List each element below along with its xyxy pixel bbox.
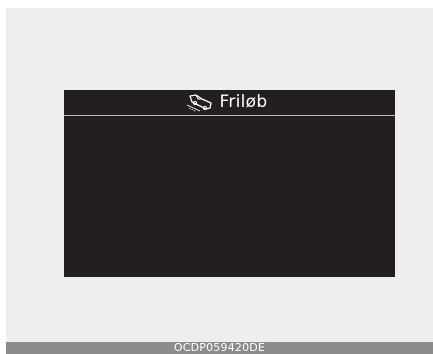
figure-code-bar: OCDP059420DE <box>6 342 433 354</box>
display-title: Friløb <box>219 92 268 112</box>
figure-code: OCDP059420DE <box>173 341 266 354</box>
display-header: Friløb <box>64 90 395 115</box>
header-divider <box>64 115 395 116</box>
coasting-car-icon <box>186 93 214 113</box>
cluster-display: Friløb <box>64 90 395 277</box>
figure-frame: Friløb <box>6 8 433 342</box>
display-title-group: Friløb <box>186 93 268 113</box>
